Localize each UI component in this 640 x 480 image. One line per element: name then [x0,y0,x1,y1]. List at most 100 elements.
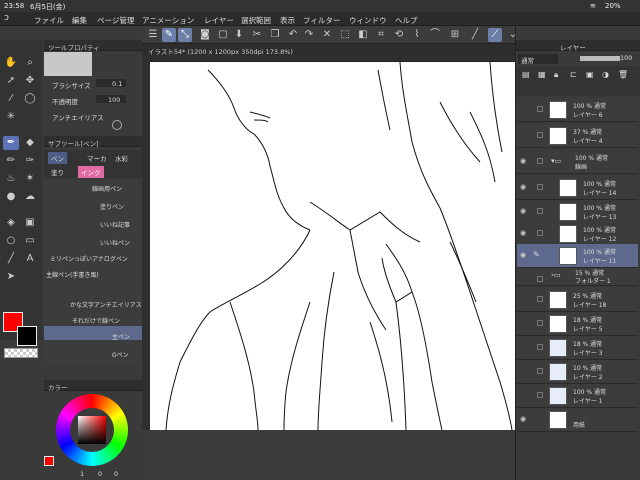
sub-color-swatch[interactable] [17,326,37,346]
ref-icon[interactable]: ▣ [586,70,594,79]
menu-filter[interactable]: フィルター [303,15,340,26]
snap-icon[interactable]: ⌒ [428,28,442,42]
menu-layer[interactable]: レイヤー [204,15,234,26]
stroke-icon[interactable]: ⟋ [488,28,502,42]
frame-icon[interactable]: ▭ [22,234,38,248]
liquify-icon[interactable]: ☁ [22,190,38,204]
cut-icon[interactable]: ✂ [250,28,264,42]
layer-row[interactable]: 37 % 通常 レイヤー 4 [517,124,638,148]
delete-layer-icon[interactable]: 🗑︎ [618,70,628,79]
new-folder-icon[interactable]: ▦ [538,70,546,79]
menu-file[interactable]: ファイル [34,15,64,26]
stabilizer-icon[interactable]: ⤡ [178,28,192,42]
subtool-tab-ink[interactable]: インク [78,166,104,178]
zoom-icon[interactable]: ⌕ [22,56,38,70]
layer-checkbox[interactable] [537,208,543,214]
gradient-icon[interactable]: ▣ [22,216,38,230]
decoration-icon[interactable]: ✶ [22,172,38,186]
fill-icon[interactable]: ◈ [3,216,19,230]
list-item[interactable]: 主線ペン(手書き風) [46,270,99,279]
layer-row[interactable]: ◉ 100 % 通常 レイヤー 14 [517,176,638,200]
mini-main-color[interactable] [44,456,54,466]
layer-row[interactable]: 25 % 通常 レイヤー 18 [517,288,638,312]
subtool-tab-marker[interactable]: マーカ [84,152,110,164]
layer-row[interactable]: ◉ 100 % 通常 レイヤー 13 [517,200,638,224]
blend-icon[interactable]: ● [3,190,19,204]
list-item[interactable]: それだけで線ペン [72,316,120,325]
layer-row[interactable]: 100 % 通常 レイヤー 1 [517,384,638,408]
layer-row[interactable]: 100 % 通常 レイヤー 6 [517,98,638,122]
eye-icon[interactable]: ◉ [520,251,528,259]
eye-icon[interactable]: ◉ [520,415,528,423]
deselect-icon[interactable]: ✕ [320,28,334,42]
move-icon[interactable]: ✥ [22,74,38,88]
clip-icon[interactable]: ⊏ [570,70,577,79]
layer-row[interactable]: ◉ 100 % 通常 レイヤー 12 [517,222,638,246]
ruler-line-icon[interactable]: ╱ [468,28,482,42]
eye-icon[interactable]: ◉ [520,183,528,191]
redo-icon[interactable]: ↷ [302,28,316,42]
layer-checkbox[interactable] [537,296,543,302]
list-item[interactable]: いいねペン [100,238,130,247]
app-logo-icon[interactable]: ↄ [4,13,9,23]
menu-page[interactable]: ページ管理 [97,15,134,26]
drawing-canvas[interactable] [150,62,515,430]
lock-icon[interactable]: 🔒︎ [554,70,558,80]
pen-icon[interactable]: ✒ [3,136,19,150]
mask-icon[interactable]: ◑ [602,70,609,79]
ruler-icon[interactable]: ╱ [3,252,19,266]
layer-checkbox[interactable] [537,106,543,112]
undo-icon[interactable]: ↶ [286,28,300,42]
shape-icon[interactable]: ○ [3,234,19,248]
transparent-color-swatch[interactable] [4,348,38,358]
lasso-icon[interactable]: ◯ [22,92,38,106]
hand-icon[interactable]: ✋ [3,56,19,70]
layer-checkbox[interactable] [537,132,543,138]
transform-icon[interactable]: ⟲ [392,28,406,42]
layer-checkbox[interactable] [537,276,543,282]
layer-checkbox[interactable] [537,320,543,326]
list-item[interactable]: いいね記事 [100,220,130,229]
layer-checkbox[interactable] [537,392,543,398]
menu-selection[interactable]: 選択範囲 [241,15,271,26]
menu-animation[interactable]: アニメーション [142,15,194,26]
list-item[interactable]: 線画用ペン [92,184,122,193]
eyedropper-icon[interactable]: ⁄ [3,92,19,106]
subtool-tab-watercolor[interactable]: 水彩 [112,152,131,164]
settings-icon[interactable] [112,120,122,130]
layer-checkbox[interactable] [537,184,543,190]
copy-icon[interactable]: ❐ [268,28,282,42]
ruler-snap-icon[interactable]: ⌇ [410,28,424,42]
menu-icon[interactable]: ☰ [146,28,160,42]
airbrush-icon[interactable]: ♨ [3,172,19,186]
layer-row[interactable]: ◉ 用紙 [517,408,638,432]
new-icon[interactable]: ▢ [216,28,230,42]
layer-folder-row[interactable]: ›▭ 15 % 通常 フォルダー 1 [517,268,638,286]
pencil-icon[interactable]: ✏ [3,154,19,168]
camera-icon[interactable]: ◙ [198,28,212,42]
layer-row-selected[interactable]: ◉ ✎ 100 % 通常 レイヤー 11 [517,244,638,268]
list-item[interactable]: かな文字アンチエイリアスペン [70,300,153,309]
layer-checkbox[interactable] [537,230,543,236]
eraser-icon[interactable]: ◆ [22,136,38,150]
subtool-tab-pen[interactable]: ペン [48,152,67,164]
eye-icon[interactable]: ◉ [520,229,528,237]
operation-icon[interactable]: ➚ [3,74,19,88]
select-icon[interactable]: ⬚ [338,28,352,42]
text-icon[interactable]: A [22,252,38,266]
menu-window[interactable]: ウィンドウ [349,15,387,26]
menu-help[interactable]: ヘルプ [395,15,418,26]
grid-icon[interactable]: ⊞ [448,28,462,42]
list-item[interactable]: Gペン [112,350,129,359]
save-icon[interactable]: ⬇ [232,28,246,42]
layer-checkbox[interactable] [537,368,543,374]
crop-icon[interactable]: ⌗ [374,28,388,42]
blend-mode-select[interactable]: 通常 [518,54,558,65]
list-item[interactable]: ミリペンっぽいアナログペン [50,254,128,263]
color-square[interactable] [78,416,106,444]
document-tab[interactable]: イラスト54* (1200 x 1200px 350dpi 173.8%) [142,44,515,56]
eye-icon[interactable]: ◉ [520,157,528,165]
invert-icon[interactable]: ◧ [356,28,370,42]
eye-icon[interactable]: ◉ [520,207,528,215]
layer-checkbox[interactable] [537,158,543,164]
